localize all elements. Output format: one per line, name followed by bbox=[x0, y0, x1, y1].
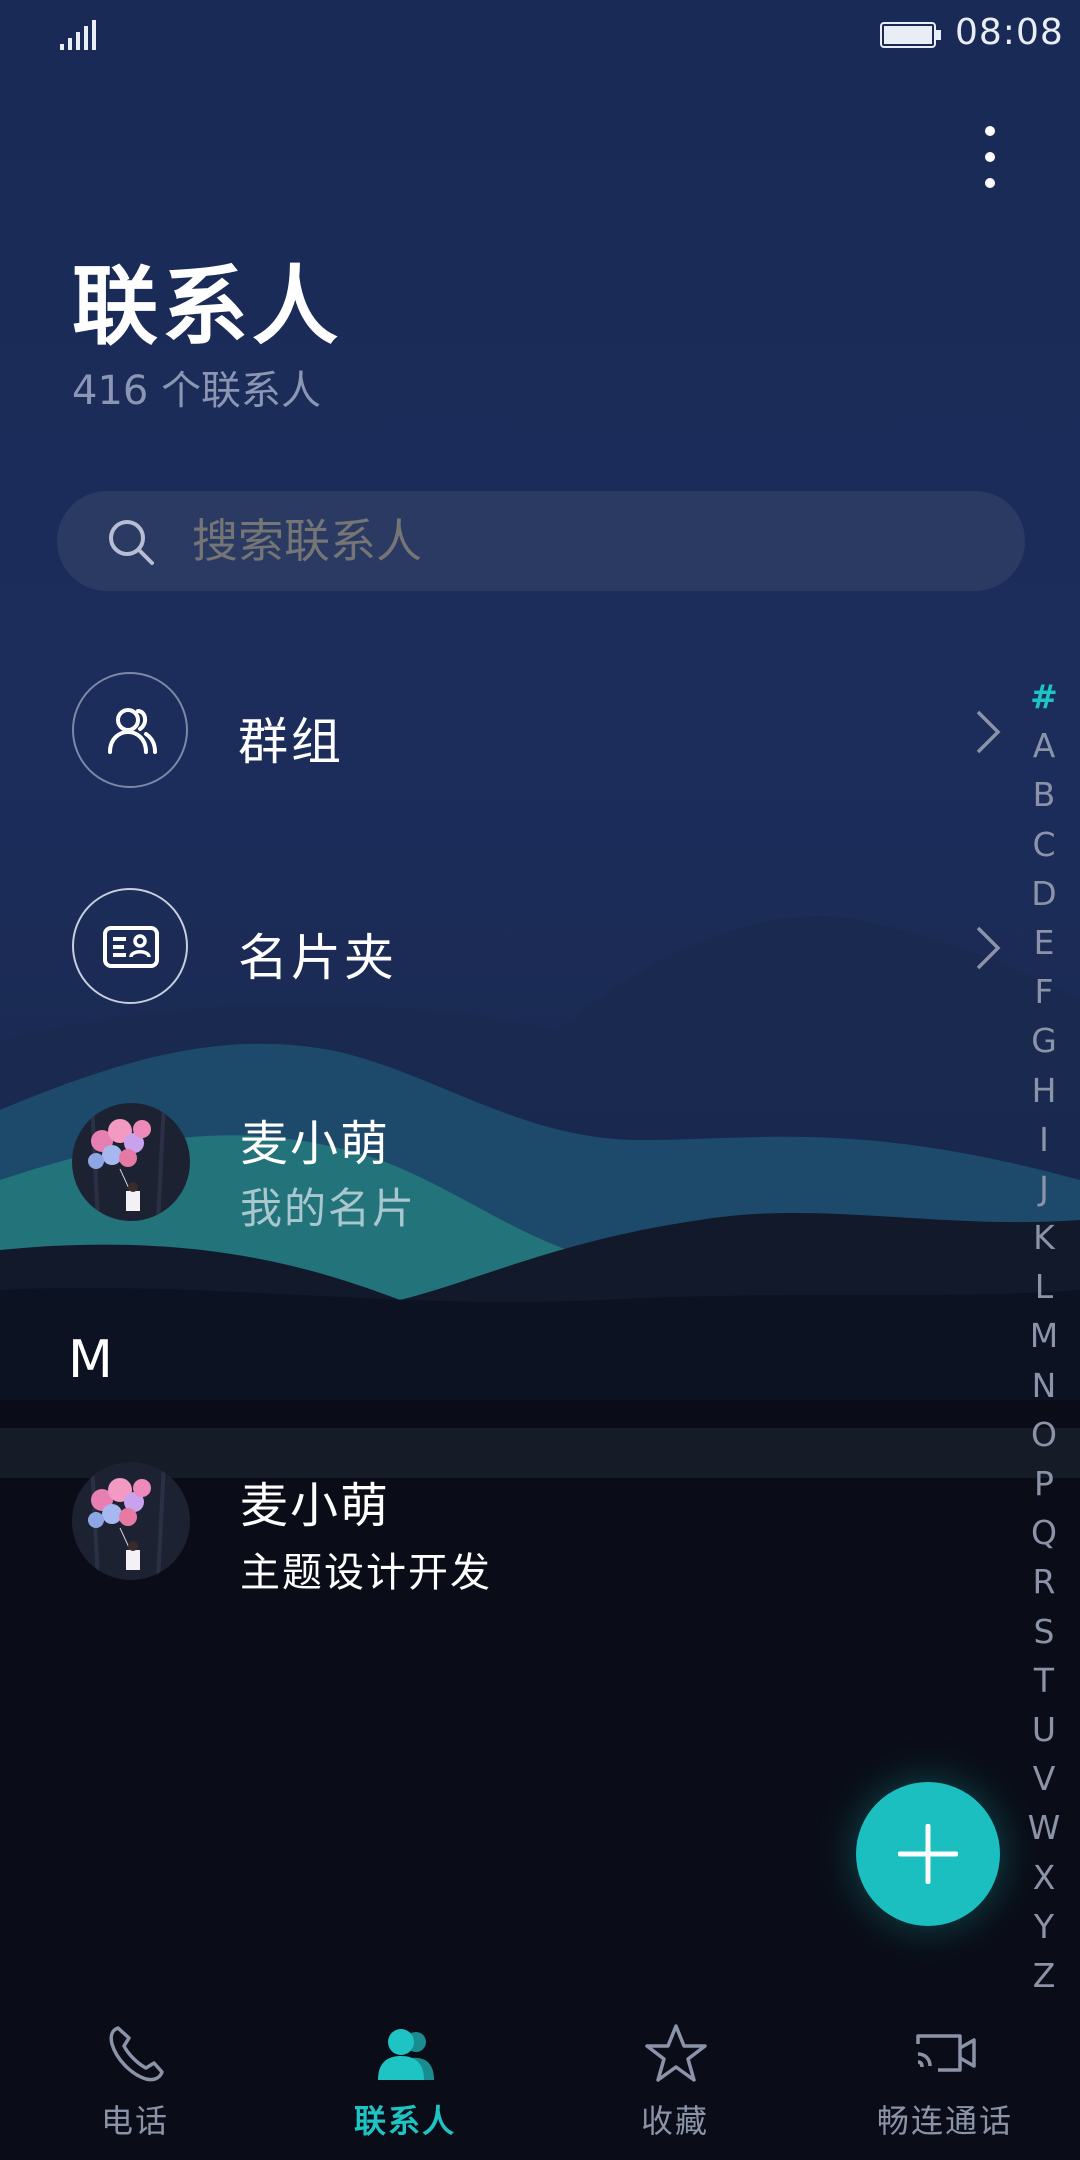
more-dot-icon bbox=[985, 178, 995, 188]
contacts-icon bbox=[378, 2029, 434, 2080]
more-options-button[interactable] bbox=[960, 118, 1020, 198]
alpha-index-letter[interactable]: T bbox=[1020, 1656, 1068, 1705]
bottom-navigation: 电话 联系人 收藏 畅连通话 bbox=[0, 2000, 1080, 2160]
tab-label: 畅连通话 bbox=[876, 2102, 1013, 2140]
balloon-girl-avatar bbox=[72, 1103, 190, 1221]
battery-icon bbox=[880, 22, 941, 48]
search-icon bbox=[109, 520, 154, 565]
alpha-index-letter[interactable]: M bbox=[1020, 1311, 1068, 1360]
search-bar[interactable] bbox=[57, 491, 1025, 591]
card-holder-label: 名片夹 bbox=[238, 929, 397, 987]
alpha-index-letter[interactable]: Q bbox=[1020, 1508, 1068, 1557]
star-icon bbox=[645, 2024, 707, 2082]
plus-icon bbox=[898, 1824, 958, 1884]
more-dot-icon bbox=[985, 152, 995, 162]
contact-row[interactable]: 麦小萌 主题设计开发 bbox=[0, 1462, 1020, 1596]
tab-video-call[interactable]: 畅连通话 bbox=[810, 2000, 1080, 2160]
alpha-index-letter[interactable]: Y bbox=[1020, 1902, 1068, 1951]
groups-row[interactable]: 群组 bbox=[0, 672, 1020, 792]
card-holder-row[interactable]: 名片夹 bbox=[0, 888, 1020, 1008]
alpha-index-letter[interactable]: O bbox=[1020, 1410, 1068, 1459]
status-bar: 08:08 bbox=[0, 0, 1080, 70]
business-card-icon bbox=[103, 926, 159, 968]
alpha-index-letter[interactable]: F bbox=[1020, 967, 1068, 1016]
groups-icon-circle bbox=[72, 672, 188, 788]
alpha-index-letter[interactable]: H bbox=[1020, 1066, 1068, 1115]
alpha-index-letter[interactable]: L bbox=[1020, 1262, 1068, 1311]
video-call-icon bbox=[916, 2034, 976, 2072]
alpha-index-letter[interactable]: C bbox=[1020, 820, 1068, 869]
more-dot-icon bbox=[985, 126, 995, 136]
tab-phone[interactable]: 电话 bbox=[0, 2000, 270, 2160]
contact-name: 麦小萌 bbox=[240, 1478, 391, 1534]
alpha-index-letter[interactable]: G bbox=[1020, 1016, 1068, 1065]
add-contact-button[interactable] bbox=[856, 1782, 1000, 1926]
alphabet-index[interactable]: # A B C D E F G H I J K L M N O P Q R S T U V W X Y Z bbox=[1020, 672, 1068, 2000]
section-header-m: M bbox=[68, 1330, 113, 1390]
tab-label: 电话 bbox=[100, 2102, 169, 2140]
avatar bbox=[72, 1103, 190, 1221]
alpha-index-letter[interactable]: A bbox=[1020, 721, 1068, 770]
phone-icon bbox=[109, 2026, 164, 2082]
status-time: 08:08 bbox=[955, 12, 1064, 53]
contacts-screen: 08:08 联系人 416 个联系人 群组 bbox=[0, 0, 1080, 2160]
alpha-index-letter[interactable]: V bbox=[1020, 1754, 1068, 1803]
alpha-index-letter[interactable]: R bbox=[1020, 1557, 1068, 1606]
contact-name: 麦小萌 bbox=[240, 1116, 391, 1172]
signal-icon bbox=[60, 20, 96, 50]
tab-label: 联系人 bbox=[353, 2102, 456, 2140]
contact-subtitle: 我的名片 bbox=[240, 1184, 417, 1233]
alpha-index-letter[interactable]: P bbox=[1020, 1459, 1068, 1508]
alpha-index-letter[interactable]: J bbox=[1020, 1164, 1068, 1213]
alpha-index-letter[interactable]: E bbox=[1020, 918, 1068, 967]
chevron-right-icon bbox=[976, 926, 1001, 970]
card-holder-icon-circle bbox=[72, 888, 188, 1004]
alpha-index-letter[interactable]: Z bbox=[1020, 1951, 1068, 2000]
chevron-right-icon bbox=[976, 710, 1001, 754]
alpha-index-letter[interactable]: D bbox=[1020, 869, 1068, 918]
alpha-index-letter[interactable]: # bbox=[1020, 672, 1068, 721]
my-card-row[interactable]: 麦小萌 我的名片 bbox=[0, 1103, 1020, 1233]
alpha-index-letter[interactable]: K bbox=[1020, 1213, 1068, 1262]
page-title: 联系人 bbox=[72, 257, 342, 357]
contact-count: 416 个联系人 bbox=[72, 368, 322, 414]
balloon-girl-avatar bbox=[72, 1462, 190, 1580]
alpha-index-letter[interactable]: B bbox=[1020, 770, 1068, 819]
alpha-index-letter[interactable]: W bbox=[1020, 1803, 1068, 1852]
groups-label: 群组 bbox=[238, 713, 344, 771]
alpha-index-letter[interactable]: X bbox=[1020, 1853, 1068, 1902]
alpha-index-letter[interactable]: N bbox=[1020, 1361, 1068, 1410]
alpha-index-letter[interactable]: U bbox=[1020, 1705, 1068, 1754]
search-input[interactable] bbox=[192, 491, 972, 591]
alpha-index-letter[interactable]: I bbox=[1020, 1115, 1068, 1164]
tab-contacts[interactable]: 联系人 bbox=[270, 2000, 540, 2160]
tab-favorites[interactable]: 收藏 bbox=[540, 2000, 810, 2160]
contact-subtitle: 主题设计开发 bbox=[240, 1550, 492, 1596]
groups-icon bbox=[108, 708, 157, 754]
tab-label: 收藏 bbox=[640, 2102, 709, 2140]
avatar bbox=[72, 1462, 190, 1580]
alpha-index-letter[interactable]: S bbox=[1020, 1607, 1068, 1656]
